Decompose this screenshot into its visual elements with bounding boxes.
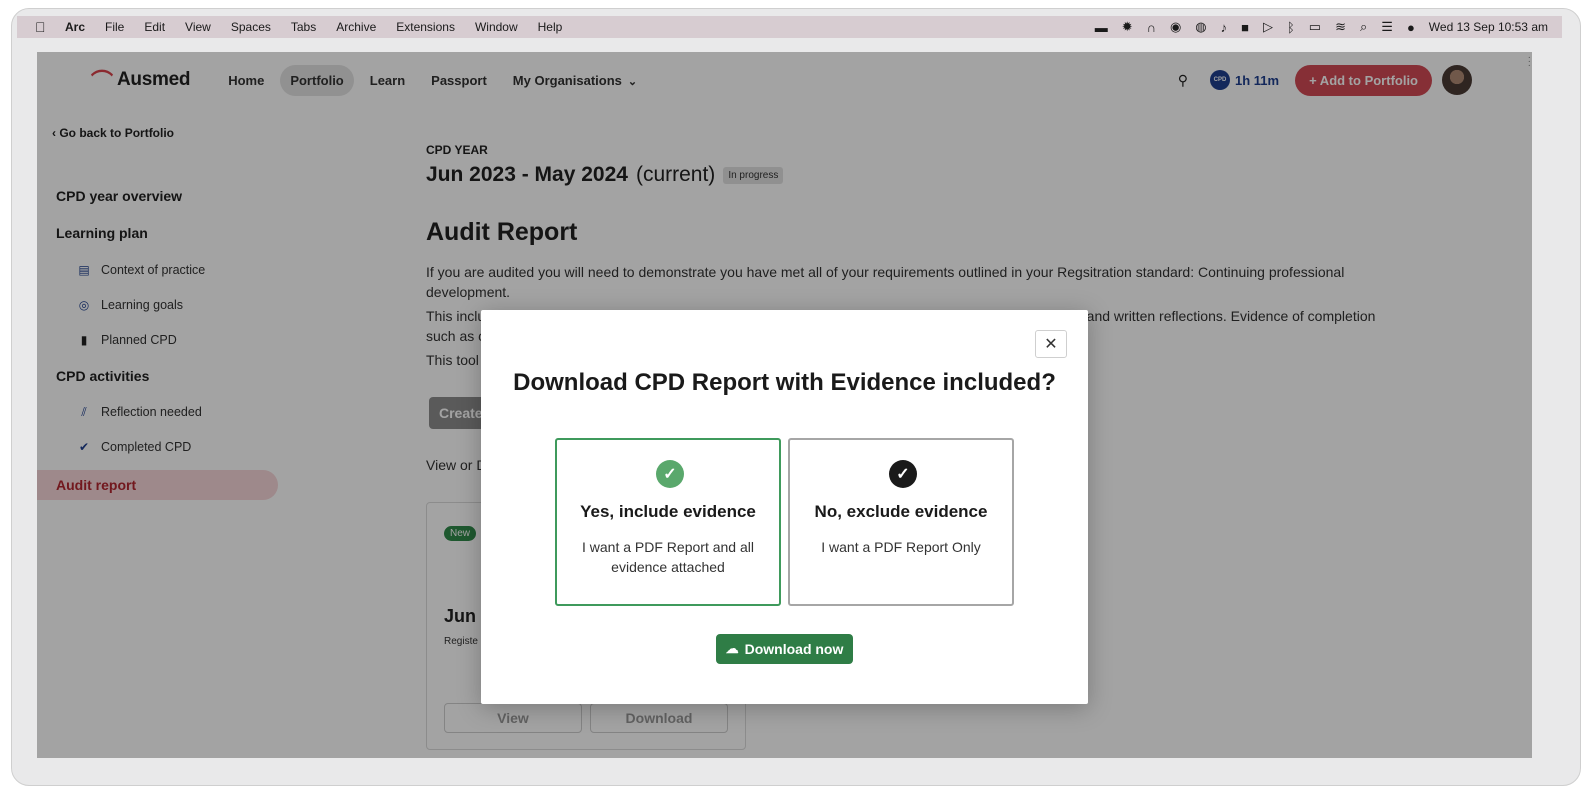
bluetooth-icon[interactable]: ᛒ [1287,20,1295,35]
more-icon[interactable]: · · · [1528,53,1531,71]
play-icon[interactable]: ▷ [1263,19,1273,35]
menu-clock: Wed 13 Sep 10:53 am [1428,20,1548,34]
keyboard-input-icon[interactable]: ■ [1241,20,1249,35]
menu-tabs[interactable]: Tabs [291,20,316,34]
menu-edit[interactable]: Edit [144,20,165,34]
arch-icon[interactable]: ∩ [1147,20,1156,35]
battery-icon[interactable]: ▭ [1309,19,1321,35]
download-now-button[interactable]: ☁ Download now [716,634,853,664]
display-icon[interactable]: ▬ [1095,20,1108,35]
password-icon[interactable]: ◉ [1170,19,1181,35]
include-evidence-option[interactable]: ✓ Yes, include evidence I want a PDF Rep… [555,438,781,606]
brightness-icon[interactable]: ✹ [1122,19,1133,35]
apple-icon[interactable]:  [35,19,51,35]
cloud-download-icon: ☁ [725,641,739,656]
download-report-modal: ✕ Download CPD Report with Evidence incl… [481,310,1088,704]
download-now-label: Download now [744,641,844,657]
menu-app-name[interactable]: Arc [65,20,85,34]
menu-archive[interactable]: Archive [336,20,376,34]
check-circle-icon: ✓ [889,460,917,488]
option-description: I want a PDF Report and all evidence att… [582,539,754,575]
account-icon[interactable]: ◍ [1195,19,1206,35]
close-icon: ✕ [1044,336,1058,353]
modal-title: Download CPD Report with Evidence includ… [513,369,1056,396]
scrollbar[interactable]: · · · [1524,52,1532,758]
menu-extensions[interactable]: Extensions [396,20,455,34]
menu-spaces[interactable]: Spaces [231,20,271,34]
option-title: No, exclude evidence [814,502,988,521]
control-center-icon[interactable]: ☰ [1381,19,1393,35]
menu-bar:  Arc File Edit View Spaces Tabs Archive… [17,16,1562,38]
menu-help[interactable]: Help [538,20,563,34]
exclude-evidence-option[interactable]: ✓ No, exclude evidence I want a PDF Repo… [788,438,1014,606]
spotlight-icon[interactable]: ⌕ [1360,19,1367,35]
close-button[interactable]: ✕ [1035,330,1067,358]
wifi-icon[interactable]: ≋ [1335,19,1346,35]
option-title: Yes, include evidence [580,502,756,521]
siri-icon[interactable]: ● [1407,20,1415,35]
menu-window[interactable]: Window [475,20,518,34]
option-description: I want a PDF Report Only [821,539,981,555]
menu-view[interactable]: View [185,20,211,34]
menu-file[interactable]: File [105,20,124,34]
volume-icon[interactable]: ♪ [1221,20,1228,35]
check-circle-icon: ✓ [656,460,684,488]
